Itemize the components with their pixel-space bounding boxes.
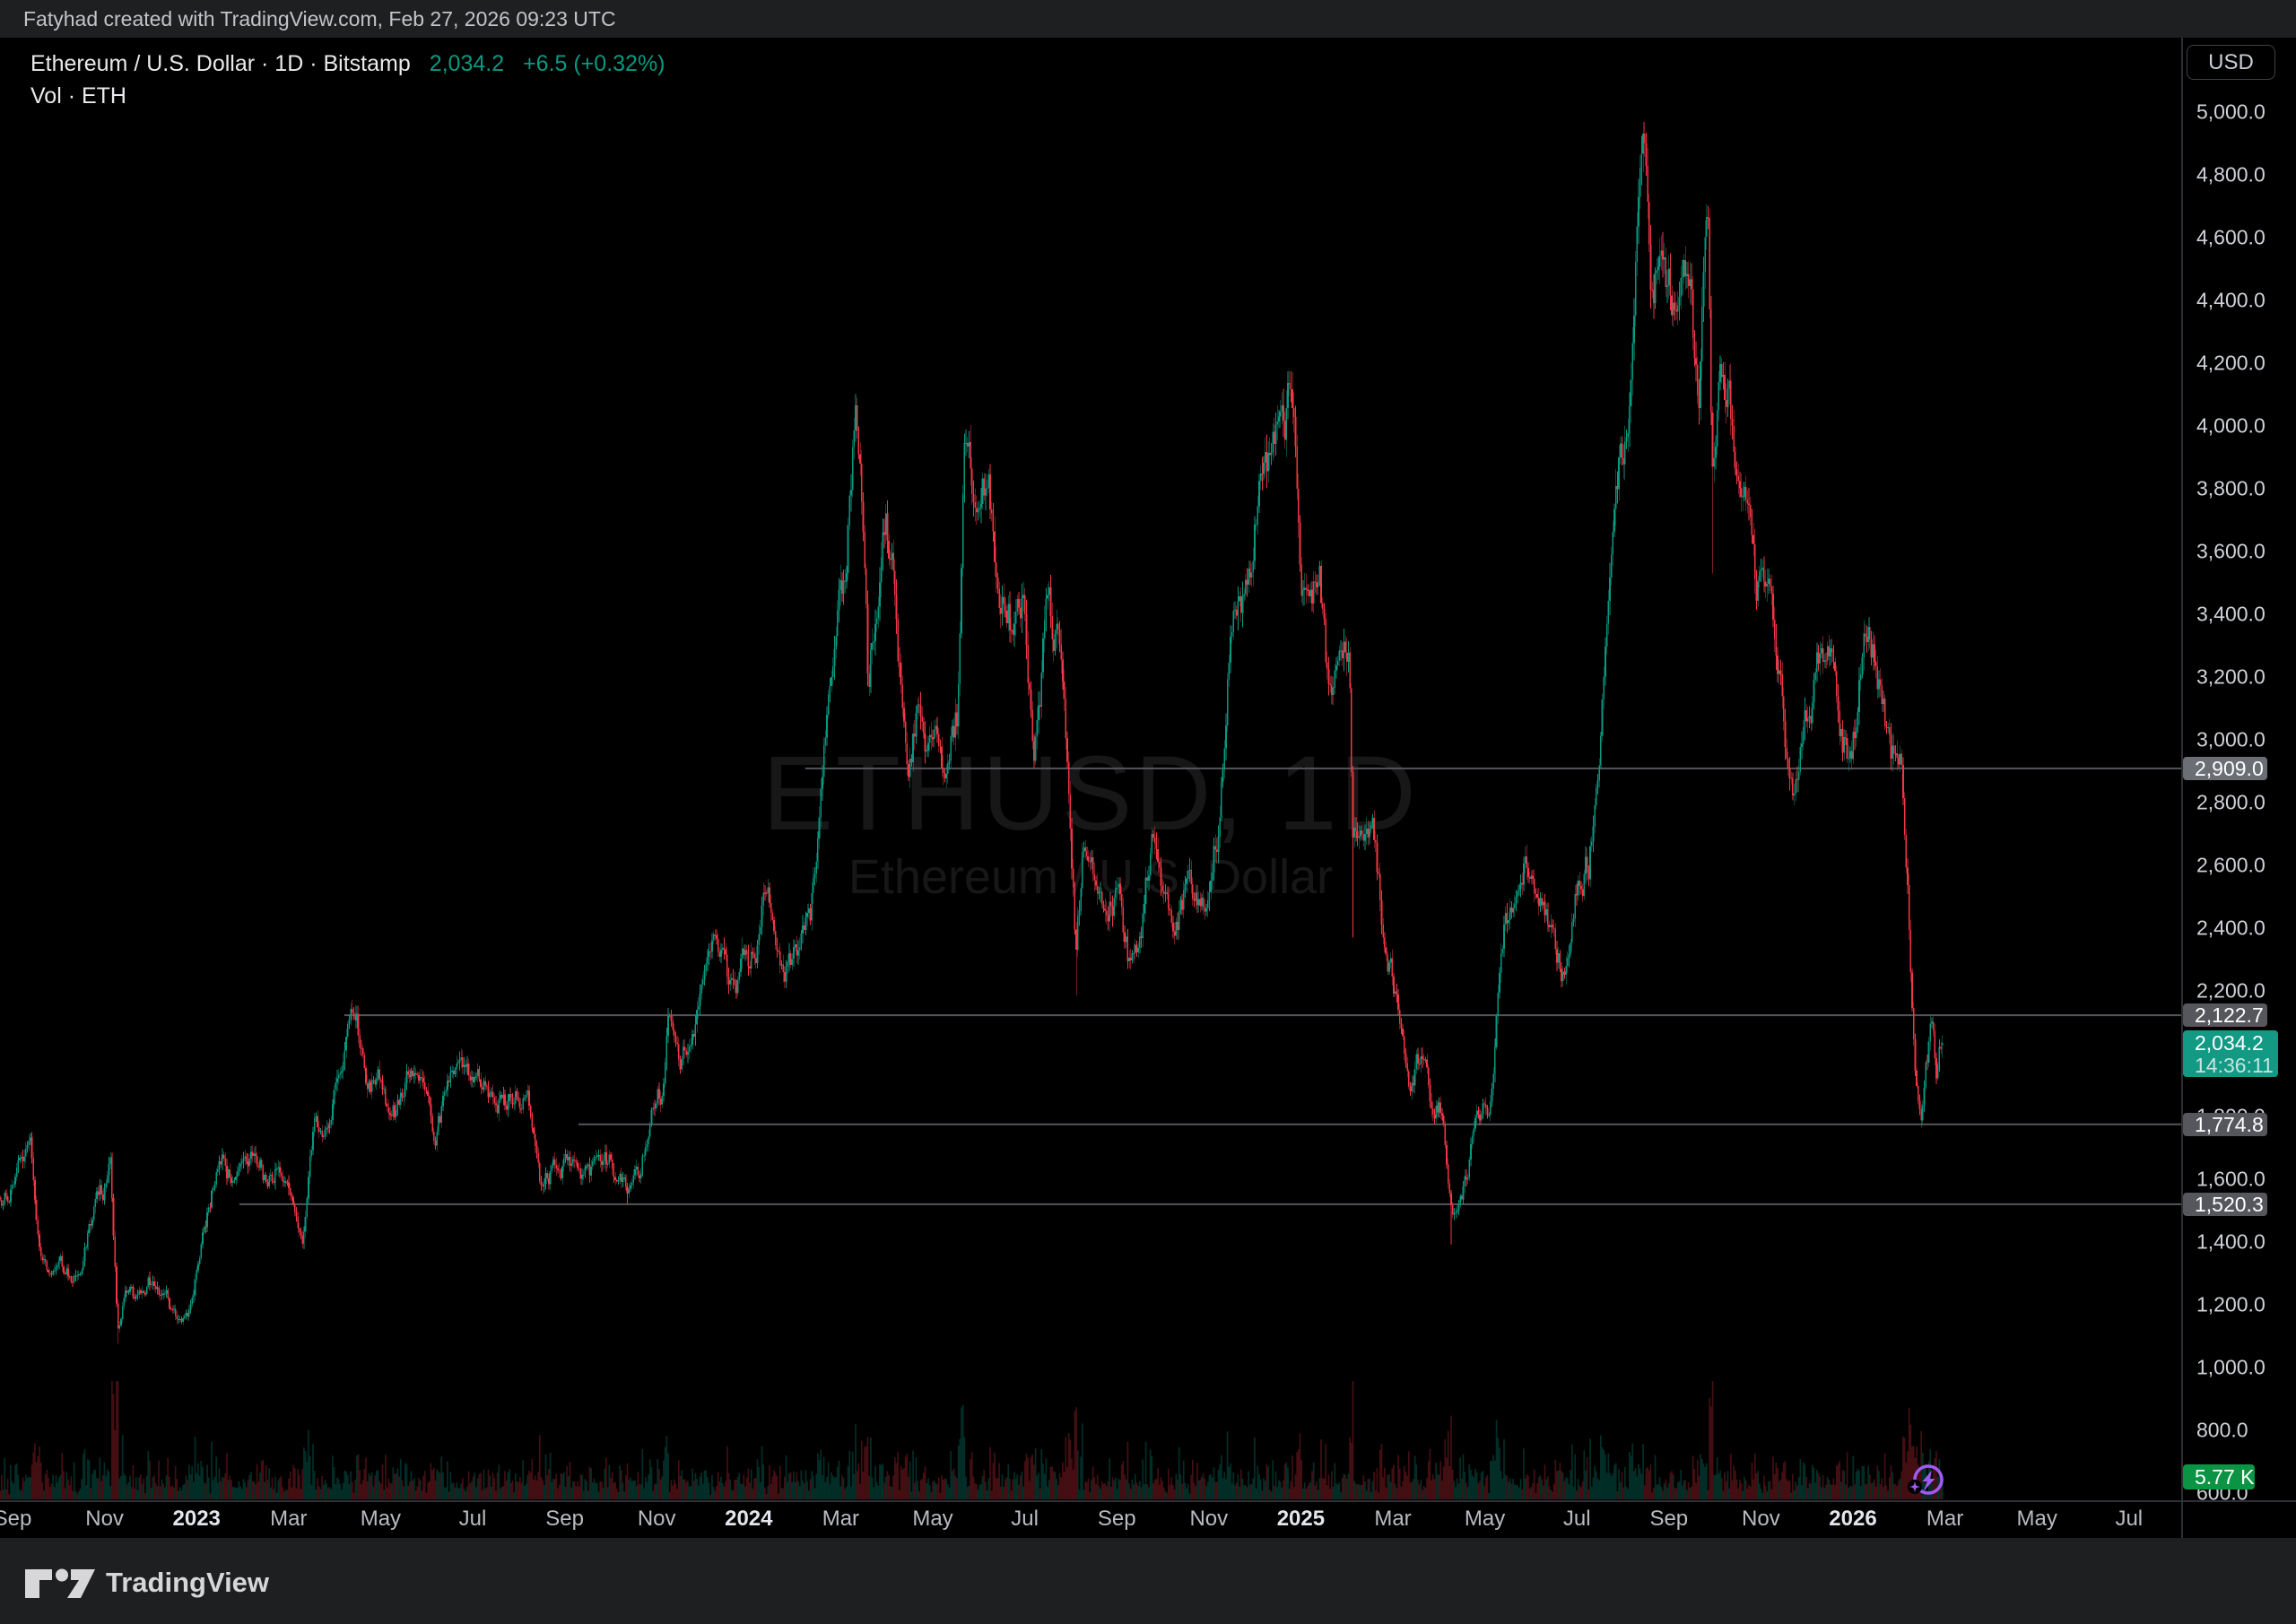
tradingview-logo[interactable]: TradingView bbox=[23, 1564, 310, 1603]
horizontal-level-lines bbox=[239, 768, 2181, 1205]
price-tick-label: 1,600.0 bbox=[2196, 1168, 2266, 1192]
price-tick-label: 2,200.0 bbox=[2196, 979, 2266, 1003]
corner-separator bbox=[2181, 1502, 2183, 1538]
time-axis-year-label: 2024 bbox=[725, 1502, 772, 1536]
time-axis-month-label: Sep bbox=[1649, 1502, 1688, 1536]
time-axis-year-label: 2026 bbox=[1829, 1502, 1876, 1536]
attribution-bar: Fatyhad created with TradingView.com, Fe… bbox=[0, 0, 2296, 38]
current-price-value: 2,034.2 bbox=[2195, 1032, 2278, 1055]
legend-change: +6.5 (+0.32%) bbox=[523, 51, 665, 76]
price-tick-label: 3,200.0 bbox=[2196, 665, 2266, 690]
time-axis-month-label: Sep bbox=[1098, 1502, 1136, 1536]
legend-last-price: 2,034.2 bbox=[430, 51, 504, 76]
level-price-badge: 1,520.3 bbox=[2183, 1193, 2267, 1216]
currency-toggle-button[interactable]: USD bbox=[2187, 45, 2275, 80]
price-tick-label: 800.0 bbox=[2196, 1419, 2248, 1443]
level-price-badge: 2,122.7 bbox=[2183, 1003, 2267, 1027]
current-price-badge: 2,034.214:36:11 bbox=[2183, 1030, 2278, 1077]
volume-value-badge: 5.77 K bbox=[2183, 1464, 2255, 1489]
tradingview-glyph bbox=[25, 1569, 95, 1599]
price-axis[interactable]: USD 5,000.0 4,800.0 4,600.0 4,400.0 4,200.0 4… bbox=[2183, 38, 2296, 1500]
price-tick-label: 4,800.0 bbox=[2196, 163, 2266, 187]
time-axis-month-label: Nov bbox=[1742, 1502, 1780, 1536]
legend-symbol: Ethereum / U.S. Dollar · 1D · Bitstamp bbox=[30, 51, 411, 76]
time-axis-month-label: Mar bbox=[270, 1502, 307, 1536]
time-axis-month-label: Jul bbox=[1563, 1502, 1591, 1536]
legend-symbol-row: Ethereum / U.S. Dollar · 1D · Bitstamp 2… bbox=[30, 51, 665, 77]
price-tick-label: 3,800.0 bbox=[2196, 477, 2266, 501]
time-axis-month-label: Nov bbox=[638, 1502, 676, 1536]
price-tick-label: 4,000.0 bbox=[2196, 414, 2266, 439]
level-price-badge: 1,774.8 bbox=[2183, 1113, 2267, 1136]
price-tick-label: 3,600.0 bbox=[2196, 540, 2266, 564]
time-axis-month-label: May bbox=[912, 1502, 952, 1536]
time-axis-month-label: Jul bbox=[459, 1502, 487, 1536]
time-axis-month-label: May bbox=[361, 1502, 401, 1536]
time-axis-month-label: Nov bbox=[85, 1502, 124, 1536]
time-axis-year-label: 2025 bbox=[1277, 1502, 1325, 1536]
price-tick-label: 2,600.0 bbox=[2196, 854, 2266, 878]
attribution-text: Fatyhad created with TradingView.com, Fe… bbox=[23, 7, 616, 30]
time-axis-month-label: Nov bbox=[1189, 1502, 1228, 1536]
time-axis[interactable]: Sep Nov 2023 Mar May Jul Sep Nov 2024 Mar May Jul Se… bbox=[0, 1502, 2296, 1538]
price-tick-label: 5,000.0 bbox=[2196, 100, 2266, 125]
candles bbox=[0, 122, 1944, 1344]
time-axis-year-label: 2023 bbox=[172, 1502, 220, 1536]
time-axis-month-label: Mar bbox=[1374, 1502, 1411, 1536]
price-tick-label: 1,000.0 bbox=[2196, 1356, 2266, 1380]
tradingview-wordmark: TradingView bbox=[106, 1567, 270, 1598]
tradingview-snapshot: Fatyhad created with TradingView.com, Fe… bbox=[0, 0, 2296, 1624]
price-tick-label: 4,600.0 bbox=[2196, 226, 2266, 250]
candlestick-chart[interactable] bbox=[0, 38, 2181, 1500]
time-axis-month-label: Mar bbox=[822, 1502, 859, 1536]
footer-bar bbox=[0, 1538, 2296, 1624]
legend-volume-row: Vol · ETH bbox=[30, 83, 665, 109]
time-axis-month-label: Jul bbox=[2115, 1502, 2143, 1536]
price-tick-label: 2,800.0 bbox=[2196, 791, 2266, 815]
volume-bars bbox=[0, 1381, 1944, 1499]
time-axis-month-label: Mar bbox=[1926, 1502, 1963, 1536]
price-tick-label: 4,200.0 bbox=[2196, 352, 2266, 376]
price-tick-label: 3,000.0 bbox=[2196, 728, 2266, 752]
time-axis-month-label: Jul bbox=[1011, 1502, 1039, 1536]
time-axis-month-label: Sep bbox=[0, 1502, 31, 1536]
level-price-badge: 2,909.0 bbox=[2183, 757, 2267, 780]
price-tick-label: 2,400.0 bbox=[2196, 916, 2266, 941]
price-tick-label: 1,400.0 bbox=[2196, 1230, 2266, 1255]
bar-countdown: 14:36:11 bbox=[2195, 1055, 2278, 1077]
chart-legend: Ethereum / U.S. Dollar · 1D · Bitstamp 2… bbox=[30, 51, 665, 109]
time-axis-month-label: Sep bbox=[545, 1502, 584, 1536]
price-tick-label: 3,400.0 bbox=[2196, 603, 2266, 627]
legend-indicator: Vol · ETH bbox=[30, 83, 126, 109]
price-tick-label: 4,400.0 bbox=[2196, 289, 2266, 313]
time-axis-month-label: May bbox=[1465, 1502, 1505, 1536]
time-axis-month-label: May bbox=[2017, 1502, 2057, 1536]
price-tick-label: 1,200.0 bbox=[2196, 1293, 2266, 1317]
lightning-event-icon[interactable] bbox=[1907, 1462, 1948, 1503]
